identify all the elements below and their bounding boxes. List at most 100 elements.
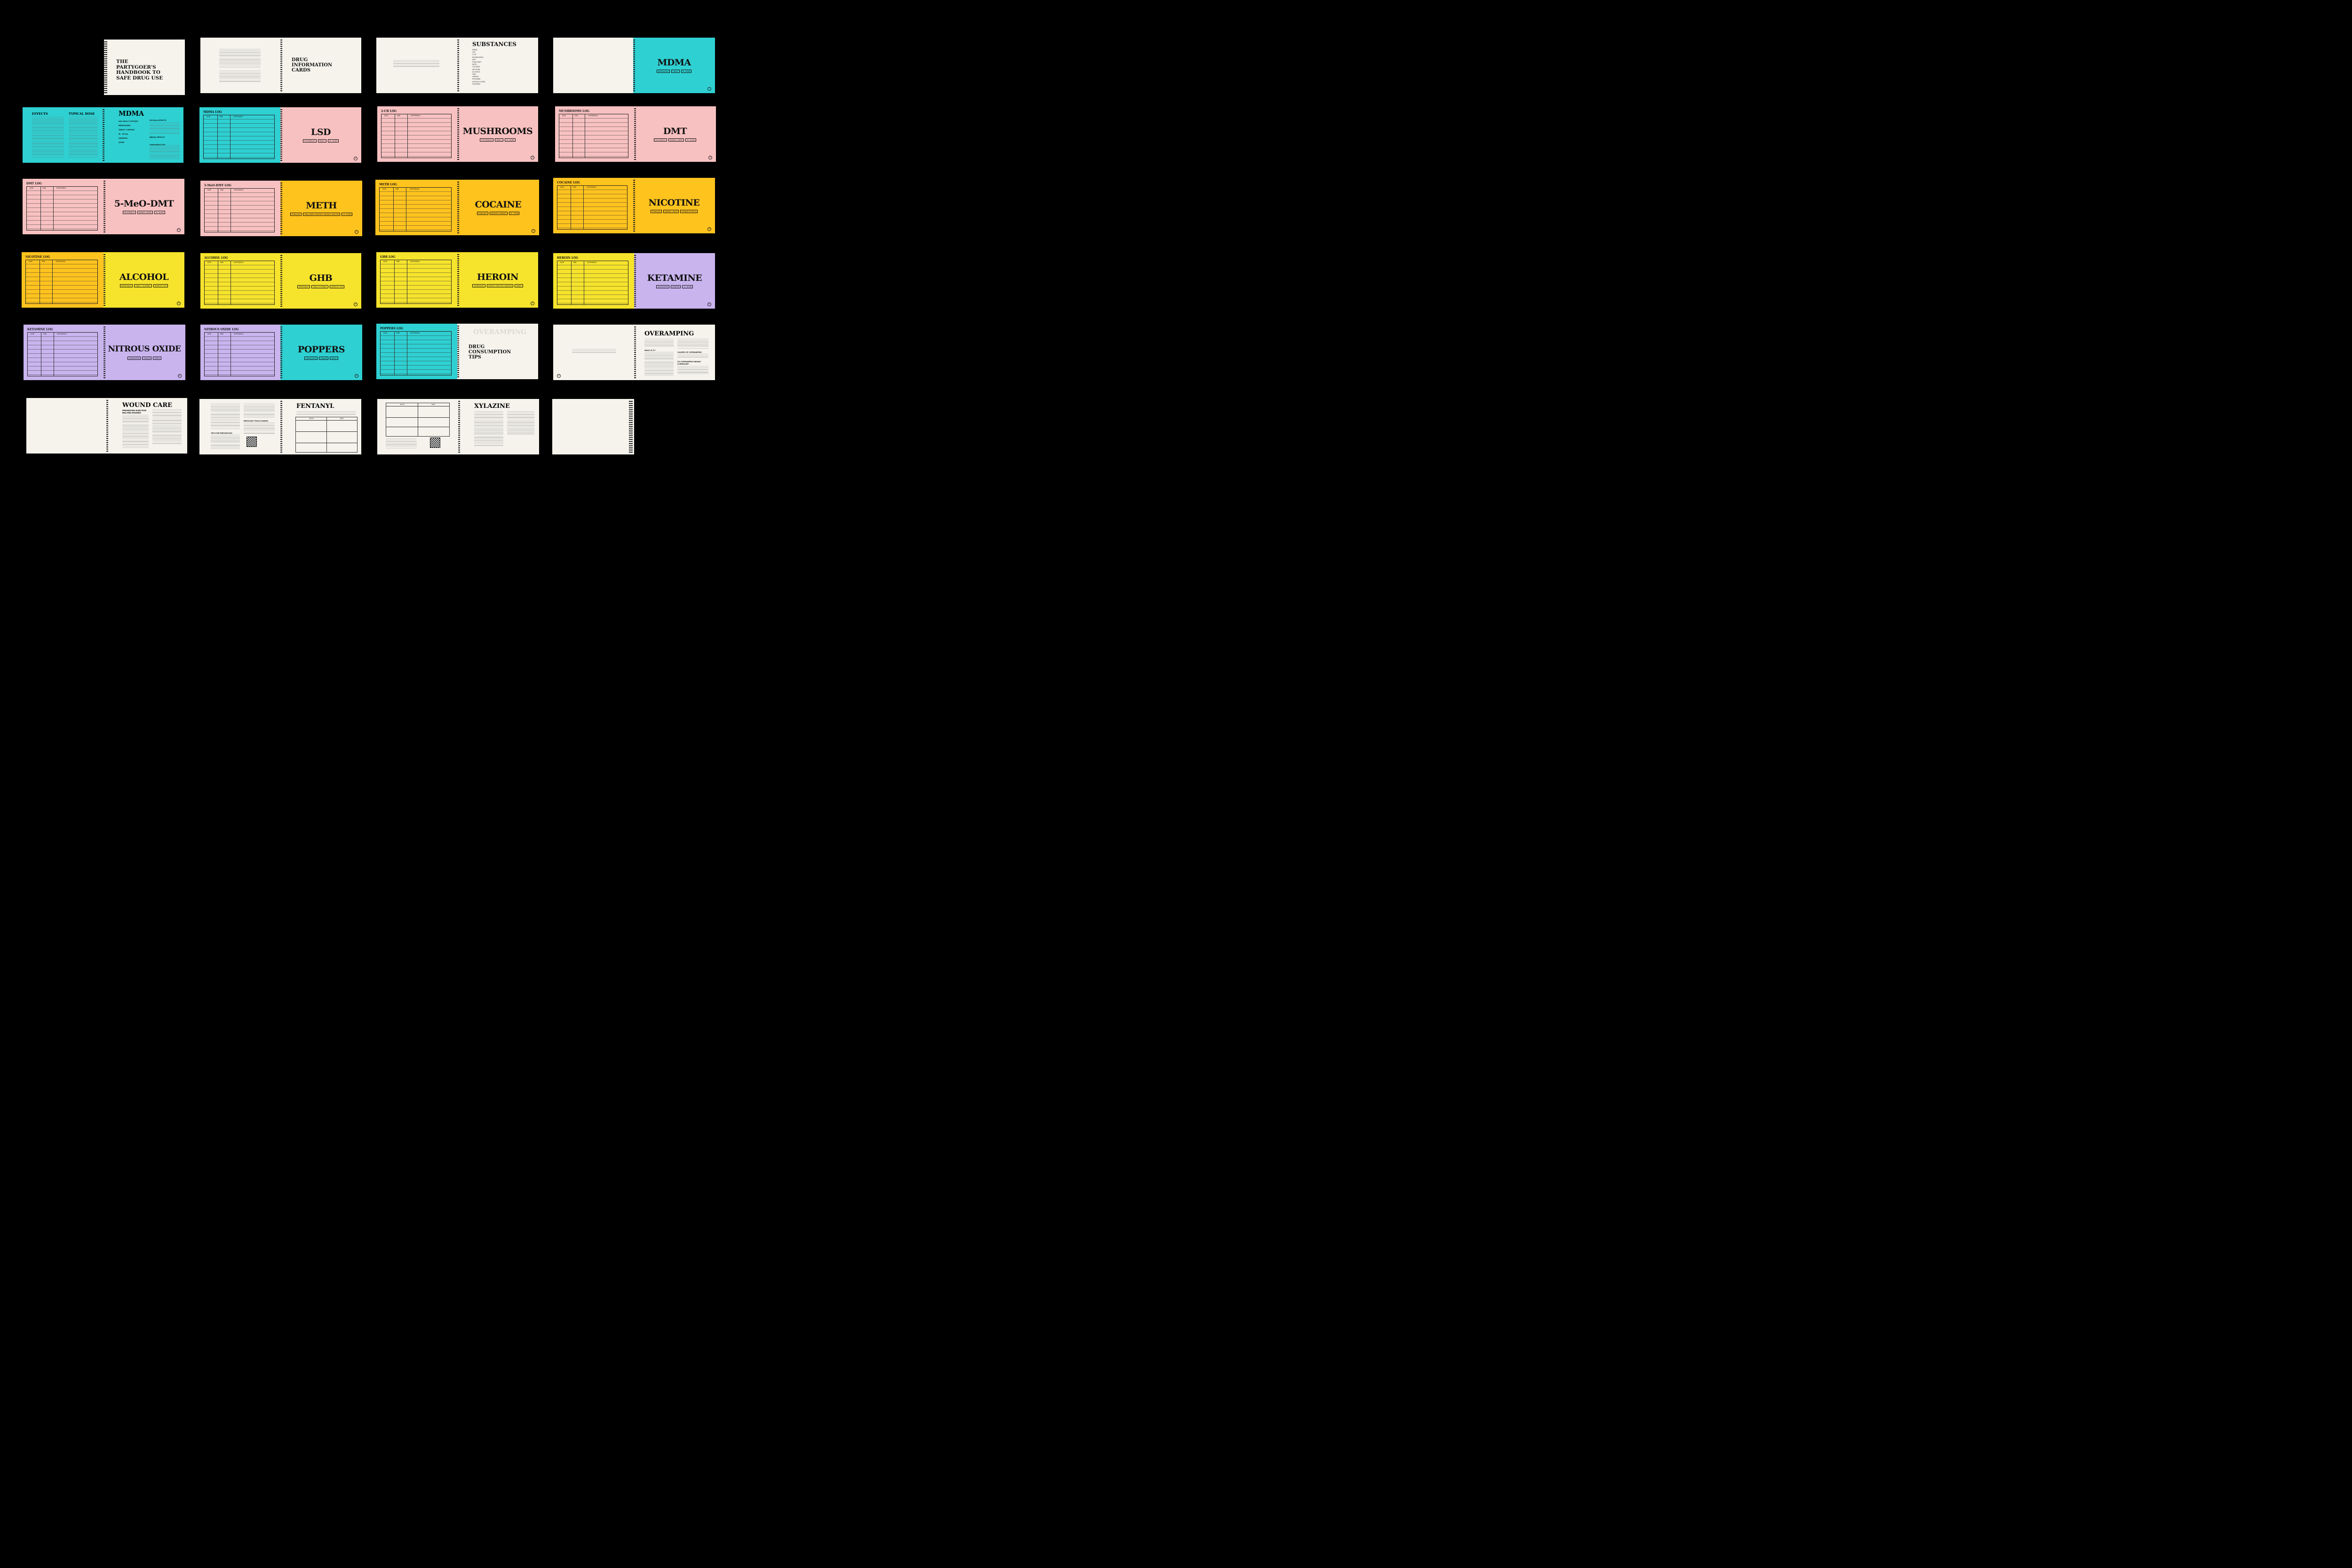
effects-heading: EFFECTS: [32, 112, 48, 116]
spread-meth: 5-MeO-DMT LOG DATE TIME EXPERIENCE METH ST…: [200, 181, 362, 236]
heroin-title: HEROIN: [477, 272, 519, 282]
ketamine-log-heading: KETAMINE LOG: [27, 328, 53, 331]
spread-drug-info: DRUG INFORMATION CARDS: [200, 38, 361, 93]
nitrous-oxide-title: NITROUS OXIDE: [108, 344, 181, 354]
mushrooms-title-page: MUSHROOMS PSYCHEDELIC ORALLY 15 - 45 MIN 1…: [457, 106, 538, 162]
tips-title: DRUG CONSUMPTION TIPS: [469, 344, 511, 360]
typical-dose-heading: TYPICAL DOSE: [69, 112, 95, 116]
heroin-log-heading: HEROIN LOG: [557, 256, 579, 260]
meth-title: METH: [306, 200, 337, 211]
dmt-log-heading: DMT LOG: [26, 182, 42, 185]
poppers-log-heading: POPPERS LOG: [380, 327, 404, 330]
wound-subtitle: PREVENTING INJECTION RELATED WOUNDS: [122, 409, 146, 414]
meth-tags: STIMULANT SWALLOWED / SNORTED / SMOKED / …: [280, 213, 362, 216]
blank-page: [552, 399, 634, 454]
tips-title-page: OVERAMPING DRUG CONSUMPTION TIPS: [457, 324, 538, 379]
nitrous-title-page: NITROUS OXIDE DISSOCIATIVE INHALED VARIES …: [103, 325, 185, 380]
blank-page: [553, 38, 633, 93]
drug-info-title: DRUG INFORMATION CARDS: [292, 57, 333, 73]
spread-mdma-details: EFFECTS TYPICAL DOSE MDMA AKA: MOLLY / E…: [23, 107, 183, 163]
fentanyl-detail-page: MYTH FACT: [377, 399, 458, 454]
overamping-page: OVERAMPING WHAT IS IT? CAUSES OF OVERAMP…: [634, 325, 715, 380]
nicotine-tags: STIMULANT SMOKED / VAPED CHEWED OR PATCH: [633, 210, 715, 213]
spiral-binding: [104, 41, 107, 93]
substances-intro-page: [376, 38, 457, 93]
ketamine-title-page: KETAMINE DISSOCIATIVE SNORTED 10 - 60 MIN …: [634, 253, 715, 309]
log-table: DATE TIME EXPERIENCE: [203, 115, 275, 159]
what-is-it-heading: WHAT IS IT?: [644, 349, 656, 351]
nitrous-log-heading: NITROUS OXIDE LOG: [204, 328, 239, 331]
dmt-title-page: DMT PSYCHEDELIC SMOKED / VAPED 10 - 15 SEC…: [634, 106, 716, 162]
myth-fact-table: MYTH FACT: [295, 417, 358, 453]
spread-dmt: MUSHROOMS LOG DATE TIME EXPERIENCE DMT PSY…: [555, 106, 716, 162]
spread-cover: THE PARTYGOER'S HANDBOOK TO SAFE DRUG US…: [104, 40, 185, 95]
overamping-intro-page: 64: [553, 325, 634, 380]
spread-5meo: DMT LOG DATE TIME EXPERIENCE 5-MeO-DMT PSY…: [23, 179, 184, 234]
spread-alcohol: NICOTINE LOG DATE TIME EXPERIENCE ALCOHOL …: [22, 252, 184, 308]
myth-fact-table-2: MYTH FACT: [386, 403, 450, 437]
5meo-log-heading: 5-MeO-DMT LOG: [204, 184, 232, 187]
poppers-log-page: POPPERS LOG DATE TIME EXPERIENCE: [376, 324, 457, 379]
xylazine-page: XYLAZINE: [458, 399, 539, 454]
nitrous-log-page: NITROUS OXIDE LOG DATE TIME EXPERIENCE: [200, 325, 280, 380]
spread-substances: SUBSTANCES MDMA LSD 2-CB MUSHROOMS DMT 5-Me…: [376, 38, 538, 93]
reducing-track-marks-heading: REDUCING TRACK MARKS: [244, 420, 269, 422]
nicotine-log-heading: NICOTINE LOG: [25, 255, 50, 259]
lsd-title: LSD: [310, 127, 331, 137]
mdma-title-page: MDMA EMPATHOGEN TABLET 30 - 45 MIN 7: [633, 38, 715, 93]
blank-page: [26, 398, 106, 454]
lsd-tags: PSYCHEDELIC ORALLY 60 - 90 MIN: [280, 139, 361, 143]
2cb-log-heading: 2-CB LOG: [381, 110, 397, 113]
lsd-title-page: LSD PSYCHEDELIC ORALLY 60 - 90 MIN 11: [280, 107, 361, 163]
spread-nicotine: COCAINE LOG DATE TIME EXPERIENCE NICOTINE …: [553, 178, 715, 233]
ketamine-log-page: KETAMINE LOG DATE TIME EXPERIENCE: [24, 325, 103, 380]
drug-info-page: DRUG INFORMATION CARDS: [280, 38, 361, 93]
mushrooms-tags: PSYCHEDELIC ORALLY 15 - 45 MIN: [457, 138, 538, 142]
alcohol-title-page: ALCOHOL DEPRESSANT ORALLY / SLURRING VARIE…: [103, 252, 184, 308]
heroin-tags: DEPRESSANT SMOKED / INJECTED / SNORTED VAR…: [457, 284, 538, 287]
fentanyl-page: FENTANYL MYTH FACT: [280, 399, 361, 454]
substances-list: MDMA LSD 2-CB MUSHROOMS DMT 5-MeO-DMT METH C…: [472, 49, 485, 85]
mdma-title: MDMA: [657, 57, 691, 68]
dmt-log-page: DMT LOG DATE TIME EXPERIENCE: [23, 179, 103, 234]
spread-ketamine: HEROIN LOG DATE TIME EXPERIENCE KETAMINE D…: [553, 253, 715, 309]
cover-title: THE PARTYGOER'S HANDBOOK TO SAFE DRUG US…: [116, 59, 163, 81]
spread-cocaine: METH LOG DATE TIME EXPERIENCE COCAINE STIM…: [375, 180, 539, 235]
tips-detail-page: REDUCING TRACK MARKS TIPS FOR PREVENTION: [199, 399, 280, 454]
heroin-title-page: HEROIN DEPRESSANT SMOKED / INJECTED / SNO…: [457, 252, 538, 308]
nicotine-title-page: NICOTINE STIMULANT SMOKED / VAPED CHEWED O…: [633, 178, 715, 233]
mdma-log-heading: MDMA LOG: [203, 111, 222, 114]
mushrooms-log-heading: MUSHROOMS LOG: [559, 110, 589, 113]
spread-mushrooms: 2-CB LOG DATE TIME EXPERIENCE MUSHROOMS PS…: [377, 106, 538, 162]
ketamine-title: KETAMINE: [647, 273, 702, 283]
mdma-detail-labels: AKA: MOLLY / ECSTASY EMPATHOGEN TABLET / …: [119, 120, 138, 143]
cocaine-tags: STIMULANT SNORTED / SMOKED 15 - 70 MIN: [457, 212, 539, 215]
spread-blank: [552, 399, 634, 454]
2cb-log-page: 2-CB LOG DATE TIME EXPERIENCE: [377, 106, 457, 162]
alcohol-log-page: ALCOHOL LOG DATE TIME EXPERIENCE: [200, 253, 280, 309]
overdose-heading: SO OVERAMPING MEANS OVERDOSE?: [677, 360, 701, 365]
alcohol-tags: DEPRESSANT ORALLY / SLURRING VARIES BY TYP…: [103, 284, 184, 287]
xylazine-title: XYLAZINE: [474, 403, 510, 410]
mushrooms-title: MUSHROOMS: [462, 126, 533, 136]
poppers-tags: DISSOCIATIVE INHALED VARIES: [280, 357, 362, 360]
ghb-title-page: GHB DEPRESSANT ORALLY IN DRINKS VARIES BY …: [280, 253, 361, 309]
wound-care-page: WOUND CARE PREVENTING INJECTION RELATED W…: [106, 398, 187, 454]
mdma-log-page: MDMA LOG DATE TIME EXPERIENCE: [199, 107, 280, 163]
overamping-title: OVERAMPING: [644, 330, 694, 337]
alcohol-title: ALCOHOL: [119, 272, 169, 282]
mushrooms-log-page: MUSHROOMS LOG DATE TIME EXPERIENCE: [555, 106, 634, 162]
nicotine-log-page: NICOTINE LOG DATE TIME EXPERIENCE: [22, 252, 103, 308]
spread-mdma: MDMA EMPATHOGEN TABLET 30 - 45 MIN 7: [553, 38, 715, 93]
spread-tips: POPPERS LOG DATE TIME EXPERIENCE OVERAMPIN…: [376, 324, 538, 379]
spread-ghb: ALCOHOL LOG DATE TIME EXPERIENCE GHB DEPRE…: [200, 253, 361, 309]
substances-page: SUBSTANCES MDMA LSD 2-CB MUSHROOMS DMT 5-Me…: [457, 38, 538, 93]
spread-overamping: 64 OVERAMPING WHAT IS IT? CAUSES OF OVER…: [553, 325, 715, 380]
wound-care-title: WOUND CARE: [122, 402, 173, 409]
5meo-tags: PSYCHEDELIC SMOKED / VAPED 15 - 30 SEC: [103, 211, 184, 214]
meth-title-page: METH STIMULANT SWALLOWED / SNORTED / SMOK…: [280, 181, 362, 236]
ketamine-tags: DISSOCIATIVE SNORTED 10 - 60 MIN: [634, 285, 715, 288]
nicotine-title: NICOTINE: [648, 198, 700, 208]
cocaine-title: COCAINE: [475, 199, 522, 210]
qr-code: [246, 437, 257, 447]
